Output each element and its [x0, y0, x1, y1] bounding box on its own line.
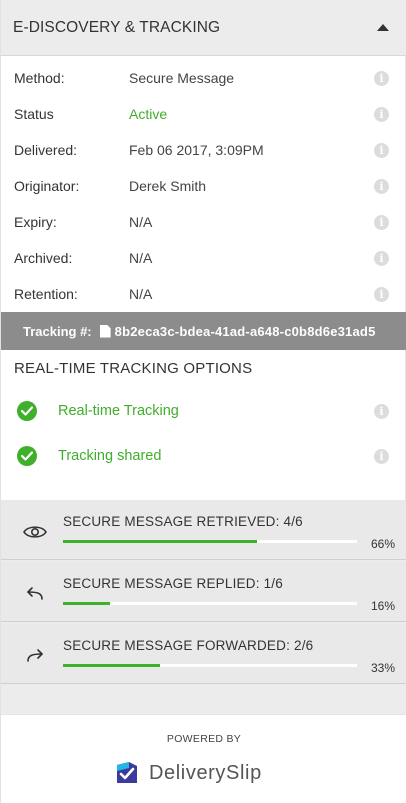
deliveryslip-logo-icon — [117, 762, 137, 783]
forward-arrow-icon — [27, 649, 43, 662]
collapse-caret-icon[interactable] — [377, 24, 389, 31]
detail-label: Delivered: — [14, 142, 78, 158]
info-icon[interactable]: i — [374, 214, 389, 230]
tracking-label: Tracking #: — [23, 323, 92, 339]
detail-row-archived: Archived: N/A i — [1, 240, 406, 276]
realtime-option-shared[interactable]: Tracking shared i — [1, 441, 406, 473]
stat-percent: 33% — [370, 661, 395, 675]
detail-row-originator: Originator: Derek Smith i — [1, 168, 406, 204]
document-icon — [99, 324, 111, 338]
info-icon[interactable]: i — [374, 106, 389, 122]
panel-title: E-DISCOVERY & TRACKING — [13, 18, 221, 36]
detail-row-delivered: Delivered: Feb 06 2017, 3:09PM i — [1, 132, 406, 168]
powered-by-label: POWERED BY — [166, 733, 242, 745]
tracking-id[interactable]: 8b2eca3c-bdea-41ad-a648-c0b8d6e31ad5 — [115, 324, 376, 339]
checkmark-icon — [17, 401, 37, 421]
detail-value: Feb 06 2017, 3:09PM — [129, 142, 264, 158]
detail-label: Retention: — [14, 286, 78, 302]
realtime-option-label: Real-time Tracking — [58, 403, 179, 419]
panel-header[interactable]: E-DISCOVERY & TRACKING — [1, 0, 406, 56]
progress-bar — [63, 540, 357, 543]
reply-arrow-icon — [27, 587, 43, 600]
info-icon[interactable]: i — [374, 250, 389, 266]
detail-label: Expiry: — [14, 214, 57, 230]
stat-label: SECURE MESSAGE FORWARDED: 2/6 — [63, 638, 314, 653]
progress-fill — [63, 664, 161, 667]
progress-fill — [63, 602, 111, 605]
brand-name: DeliverySlip — [149, 761, 262, 784]
realtime-option-tracking[interactable]: Real-time Tracking i — [1, 396, 406, 428]
stat-retrieved: SECURE MESSAGE RETRIEVED: 4/6 66% — [1, 500, 406, 560]
detail-value: N/A — [129, 250, 153, 266]
progress-bar — [63, 602, 357, 605]
detail-label: Method: — [14, 70, 65, 86]
stat-label: SECURE MESSAGE RETRIEVED: 4/6 — [63, 514, 303, 529]
stat-label: SECURE MESSAGE REPLIED: 1/6 — [63, 576, 283, 591]
detail-row-expiry: Expiry: N/A i — [1, 204, 406, 240]
eye-icon — [23, 526, 47, 538]
realtime-option-label: Tracking shared — [58, 448, 162, 464]
status-value: Active — [129, 106, 168, 122]
tracking-panel: E-DISCOVERY & TRACKING Method: Secure Me… — [0, 0, 406, 803]
detail-row-method: Method: Secure Message i — [1, 60, 406, 96]
progress-bar — [63, 664, 357, 667]
stat-percent: 16% — [370, 599, 395, 613]
info-icon[interactable]: i — [374, 142, 389, 158]
tracking-number-bar: Tracking #: 8b2eca3c-bdea-41ad-a648-c0b8… — [1, 312, 406, 350]
stat-percent: 66% — [370, 537, 395, 551]
detail-value: Derek Smith — [129, 178, 207, 194]
detail-label: Status — [14, 106, 54, 122]
message-stats: SECURE MESSAGE RETRIEVED: 4/6 66% SECURE… — [1, 500, 406, 714]
detail-value: N/A — [129, 214, 153, 230]
footer: POWERED BY DeliverySlip — [1, 714, 406, 803]
info-icon[interactable]: i — [374, 286, 389, 302]
detail-value: N/A — [129, 286, 153, 302]
detail-value: Secure Message — [129, 70, 235, 86]
progress-fill — [63, 540, 258, 543]
realtime-section-title: REAL-TIME TRACKING OPTIONS — [14, 360, 253, 377]
info-icon[interactable]: i — [374, 449, 389, 464]
stat-replied: SECURE MESSAGE REPLIED: 1/6 16% — [1, 562, 406, 622]
stat-forwarded: SECURE MESSAGE FORWARDED: 2/6 33% — [1, 624, 406, 684]
checkmark-icon — [17, 446, 37, 466]
detail-label: Originator: — [14, 178, 80, 194]
detail-row-status: Status Active i — [1, 96, 406, 132]
detail-row-retention: Retention: N/A i — [1, 276, 406, 312]
detail-label: Archived: — [14, 250, 73, 266]
info-icon[interactable]: i — [374, 70, 389, 86]
brand-logo-link[interactable]: DeliverySlip — [115, 757, 262, 789]
info-icon[interactable]: i — [374, 404, 389, 419]
info-icon[interactable]: i — [374, 178, 389, 194]
